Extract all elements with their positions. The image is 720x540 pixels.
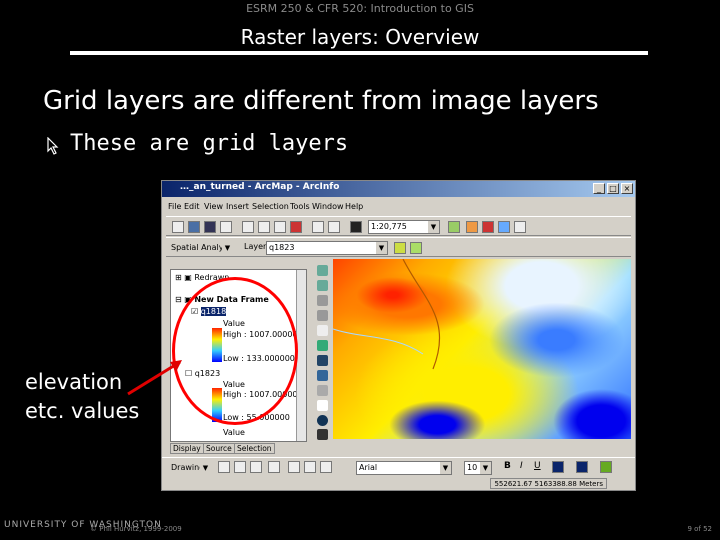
heading: Grid layers are different from image lay… xyxy=(43,86,599,116)
paste-icon[interactable] xyxy=(274,221,286,233)
find-icon[interactable] xyxy=(317,429,328,440)
spatial-analyst-dropdown[interactable]: Spatial Analyst ▼ xyxy=(168,241,234,255)
bullet-text: These are grid layers xyxy=(70,131,349,156)
zoom-whole-icon[interactable] xyxy=(250,461,262,473)
rotate-icon[interactable] xyxy=(234,461,246,473)
toolbox-icon[interactable] xyxy=(482,221,494,233)
river-lines xyxy=(333,259,441,370)
map-display[interactable] xyxy=(333,259,631,439)
help-icon[interactable] xyxy=(514,221,526,233)
cursor-bullet-icon xyxy=(47,137,59,155)
tools-toolbar xyxy=(314,263,331,441)
font-color-icon[interactable] xyxy=(552,461,564,473)
highlight-ellipse xyxy=(172,277,298,425)
delete-icon[interactable] xyxy=(290,221,302,233)
menu-edit[interactable]: Edit xyxy=(184,202,200,211)
zoom-out-icon[interactable] xyxy=(317,280,328,291)
italic-button[interactable]: I xyxy=(520,461,523,471)
underline-button[interactable]: U xyxy=(534,461,541,471)
standard-toolbar: 1:20,775 ▼ xyxy=(166,216,631,236)
menu-bar: File Edit View Insert Selection Tools Wi… xyxy=(162,199,635,215)
callout-line2: etc. values xyxy=(25,399,140,423)
forward-extent-icon[interactable] xyxy=(317,370,328,381)
tab-source[interactable]: Source xyxy=(203,443,235,454)
fixed-zoom-in-icon[interactable] xyxy=(317,295,328,306)
splines-icon[interactable] xyxy=(304,461,316,473)
title-rule xyxy=(70,51,648,55)
catalog-icon[interactable] xyxy=(498,221,510,233)
close-icon[interactable]: × xyxy=(621,183,633,194)
maximize-icon[interactable]: □ xyxy=(607,183,619,194)
bold-button[interactable]: B xyxy=(504,461,511,471)
zoom-in-icon[interactable] xyxy=(317,265,328,276)
copy-icon[interactable] xyxy=(258,221,270,233)
print-icon[interactable] xyxy=(220,221,232,233)
window-title: …_an_turned - ArcMap - ArcInfo xyxy=(180,182,340,192)
callout-text: elevation etc. values xyxy=(25,368,139,426)
rectangle-icon[interactable] xyxy=(268,461,280,473)
menu-window[interactable]: Window xyxy=(312,202,344,211)
window-titlebar: …_an_turned - ArcMap - ArcInfo _ □ × xyxy=(162,181,635,197)
minimize-icon[interactable]: _ xyxy=(593,183,605,194)
menu-help[interactable]: Help xyxy=(345,202,363,211)
copyright: © Phil Hurvitz, 1999-2009 xyxy=(90,525,182,533)
status-bar: 552621.67 5163388.88 Meters xyxy=(162,477,635,490)
histogram-icon[interactable] xyxy=(394,242,406,254)
chevron-down-icon: ▼ xyxy=(200,462,211,474)
chevron-down-icon: ▼ xyxy=(376,242,387,254)
scale-combo[interactable]: 1:20,775 ▼ xyxy=(368,220,440,234)
line-color-icon[interactable] xyxy=(600,461,612,473)
font-value: Arial xyxy=(359,463,378,472)
font-combo[interactable]: Arial ▼ xyxy=(356,461,452,475)
tab-selection[interactable]: Selection xyxy=(234,443,275,454)
fixed-zoom-out-icon[interactable] xyxy=(317,310,328,321)
tab-display[interactable]: Display xyxy=(170,443,204,454)
select-features-icon[interactable] xyxy=(317,385,328,396)
menu-insert[interactable]: Insert xyxy=(226,202,249,211)
full-extent-icon[interactable] xyxy=(317,340,328,351)
chevron-down-icon: ▼ xyxy=(440,462,451,474)
menu-selection[interactable]: Selection xyxy=(252,202,289,211)
undo-icon[interactable] xyxy=(312,221,324,233)
add-data-icon[interactable] xyxy=(350,221,362,233)
course-title: ESRM 250 & CFR 520: Introduction to GIS xyxy=(246,2,474,15)
drawing-toolbar: Drawing ▼ Arial ▼ 10 ▼ B I U xyxy=(162,457,635,475)
select-elements-icon[interactable] xyxy=(317,400,328,411)
page-number: 9 of 52 xyxy=(687,525,712,533)
toc-tabs: Display Source Selection xyxy=(170,443,320,455)
save-icon[interactable] xyxy=(204,221,216,233)
layer-value: q1823 xyxy=(269,243,295,252)
select-arrow-icon[interactable] xyxy=(218,461,230,473)
layer-combo[interactable]: q1823 ▼ xyxy=(266,241,388,255)
fill-color-icon[interactable] xyxy=(576,461,588,473)
menu-file[interactable]: File xyxy=(168,202,181,211)
identify-icon[interactable] xyxy=(317,415,328,426)
drawing-dropdown[interactable]: Drawing ▼ xyxy=(168,461,212,475)
editor-icon[interactable] xyxy=(448,221,460,233)
redo-icon[interactable] xyxy=(328,221,340,233)
edit-vertices-icon[interactable] xyxy=(320,461,332,473)
scale-value: 1:20,775 xyxy=(371,222,407,231)
menu-view[interactable]: View xyxy=(204,202,223,211)
chart-icon[interactable] xyxy=(410,242,422,254)
menu-tools[interactable]: Tools xyxy=(290,202,310,211)
spatial-analyst-toolbar: Spatial Analyst ▼ Layer: q1823 ▼ xyxy=(166,237,631,257)
pan-icon[interactable] xyxy=(317,325,328,336)
callout-line1: elevation xyxy=(25,370,123,394)
slide-title: Raster layers: Overview xyxy=(240,25,480,49)
chevron-down-icon: ▼ xyxy=(222,242,233,254)
back-extent-icon[interactable] xyxy=(317,355,328,366)
font-size-value: 10 xyxy=(467,463,478,472)
new-icon[interactable] xyxy=(172,221,184,233)
coordinate-readout: 552621.67 5163388.88 Meters xyxy=(490,478,607,489)
open-icon[interactable] xyxy=(188,221,200,233)
arctoolbox-icon[interactable] xyxy=(466,221,478,233)
cut-icon[interactable] xyxy=(242,221,254,233)
font-size-combo[interactable]: 10 ▼ xyxy=(464,461,492,475)
chevron-down-icon: ▼ xyxy=(480,462,491,474)
toc-value-label-3: Value xyxy=(223,428,245,437)
chevron-down-icon: ▼ xyxy=(428,221,439,233)
text-icon[interactable] xyxy=(288,461,300,473)
